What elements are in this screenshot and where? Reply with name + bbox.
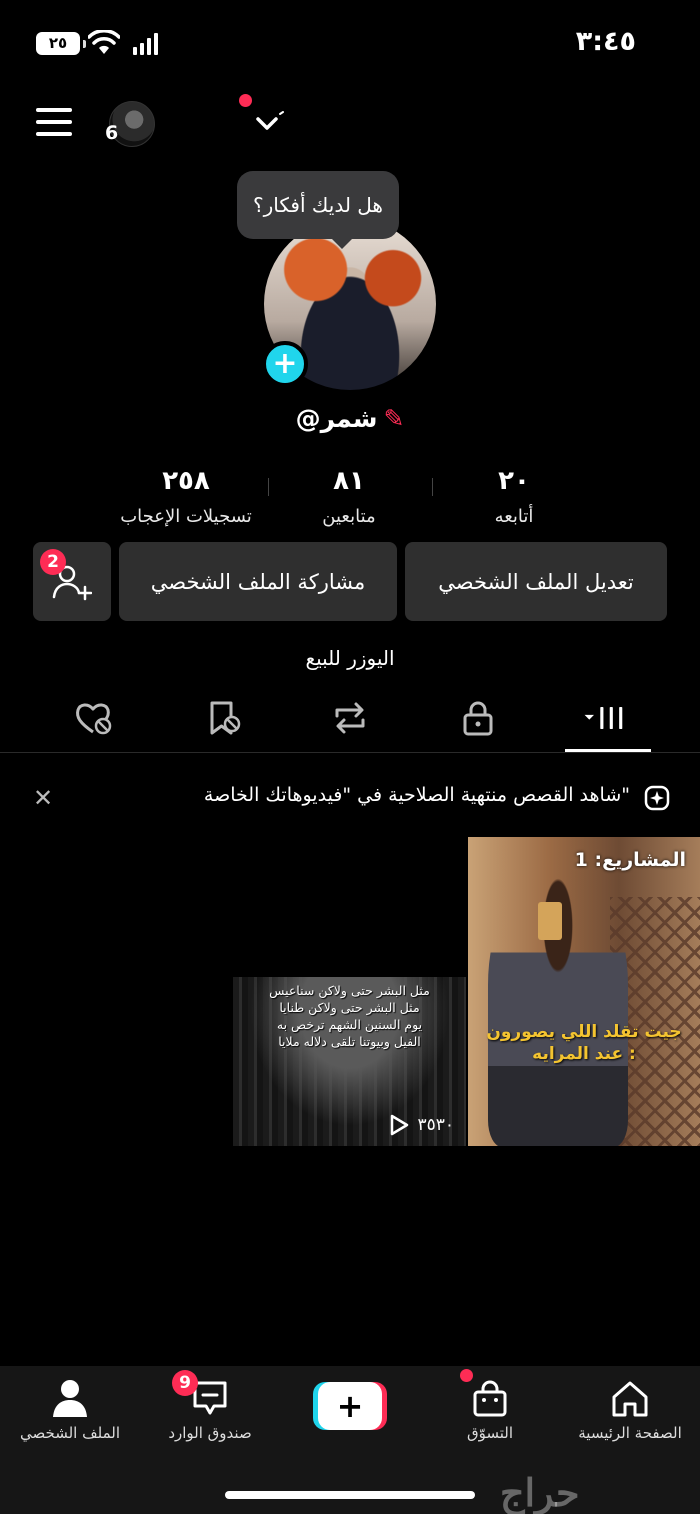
- play-icon: [391, 1114, 409, 1136]
- view-count: ٣٥٣٠: [389, 1114, 454, 1136]
- chevron-down-icon[interactable]: [254, 110, 284, 136]
- stat-label: تسجيلات الإعجاب: [120, 506, 252, 527]
- nav-label: الصفحة الرئيسية: [578, 1424, 682, 1442]
- stat-following[interactable]: ٢٠ أتابعه: [424, 466, 604, 527]
- nav-shop[interactable]: التسوّق: [420, 1376, 560, 1442]
- notification-dot: [239, 94, 252, 107]
- tab-liked[interactable]: [72, 698, 116, 738]
- nav-home[interactable]: الصفحة الرئيسية: [560, 1376, 700, 1442]
- expired-stories-banner[interactable]: شاهد القصص منتهية الصلاحية في "فيديوهاتك…: [204, 784, 630, 806]
- stat-value: ٨١: [333, 466, 365, 496]
- stat-value: ٢٥٨: [162, 466, 210, 496]
- repost-icon: [335, 702, 365, 734]
- account-count: 6: [105, 122, 119, 144]
- menu-icon[interactable]: [36, 108, 72, 136]
- username: @شمر: [295, 404, 378, 433]
- caption-line: مثل البشر حتى ولاكن سناعيس: [269, 983, 430, 998]
- username-row[interactable]: @شمر ✎: [0, 404, 700, 433]
- watermark-logo: حراج: [500, 1470, 580, 1514]
- plus-icon: +: [318, 1382, 382, 1430]
- signal-icon: [133, 33, 158, 55]
- nav-inbox[interactable]: صندوق الوارد: [140, 1376, 280, 1442]
- home-indicator[interactable]: [225, 1491, 475, 1499]
- home-icon: [612, 1381, 648, 1417]
- caption-line: يوم السنين الشهم ترخص به: [276, 1016, 423, 1032]
- favorites-hidden-icon: [210, 701, 241, 735]
- nav-label: صندوق الوارد: [168, 1424, 252, 1442]
- video-caption: مثل البشر حتى ولاكن سناعيس مثل البشر حتى…: [241, 983, 458, 1051]
- wifi-icon: [88, 30, 120, 54]
- videos-grid-icon: [584, 707, 623, 729]
- tab-reposts[interactable]: [328, 698, 372, 738]
- share-profile-button[interactable]: مشاركة الملف الشخصي: [119, 542, 397, 621]
- tab-videos[interactable]: [583, 698, 627, 738]
- thumbnail-image: [538, 902, 562, 940]
- sparkle-icon: [644, 785, 670, 811]
- pinned-label: المشاريع: 1: [574, 849, 686, 871]
- inbox-badge: 9: [172, 1370, 198, 1396]
- tab-private[interactable]: [456, 698, 500, 738]
- create-button[interactable]: +: [313, 1382, 387, 1430]
- stat-value: ٢٠: [498, 466, 530, 496]
- bio-text: اليوزر للبيع: [305, 646, 395, 670]
- caption-line: مثل البشر حتى ولاكن طنايا: [279, 999, 420, 1015]
- stat-label: متابعين: [322, 506, 376, 527]
- close-icon[interactable]: ✕: [33, 784, 53, 812]
- nav-label: الملف الشخصي: [20, 1424, 120, 1442]
- stat-likes[interactable]: ٢٥٨ تسجيلات الإعجاب: [96, 466, 276, 527]
- status-time: ٣:٤٥: [575, 26, 636, 57]
- thoughts-bubble[interactable]: هل لديك أفكار؟: [237, 171, 399, 249]
- edit-pencil-icon[interactable]: ✎: [383, 404, 404, 433]
- view-count-value: ٣٥٣٠: [417, 1115, 454, 1135]
- friend-requests-badge: 2: [40, 549, 66, 575]
- tab-favorites[interactable]: [202, 698, 246, 738]
- edit-profile-button[interactable]: تعديل الملف الشخصي: [405, 542, 667, 621]
- shop-notification-dot: [460, 1369, 473, 1382]
- stat-label: أتابعه: [494, 506, 534, 527]
- divider: [0, 752, 700, 753]
- shopping-bag-icon: [473, 1380, 507, 1417]
- stat-followers[interactable]: ٨١ متابعين: [259, 466, 439, 527]
- video-caption: جيت تقلد اللي يصورون عند المرايه :: [486, 1022, 682, 1065]
- nav-label: التسوّق: [466, 1424, 514, 1442]
- caption-line: الفيل وبيوتنا تلقى دلاله ملايا: [278, 1033, 421, 1049]
- nav-profile[interactable]: الملف الشخصي: [0, 1376, 140, 1442]
- video-thumbnail[interactable]: مثل البشر حتى ولاكن سناعيس مثل البشر حتى…: [233, 977, 466, 1146]
- lock-icon: [463, 701, 493, 736]
- liked-hidden-icon: [76, 703, 112, 735]
- add-story-button[interactable]: +: [262, 341, 308, 387]
- profile-icon: [53, 1380, 87, 1417]
- battery-icon: ٢٥: [36, 32, 86, 55]
- video-thumbnail[interactable]: المشاريع: 1 جيت تقلد اللي يصورون عند الم…: [468, 837, 700, 1146]
